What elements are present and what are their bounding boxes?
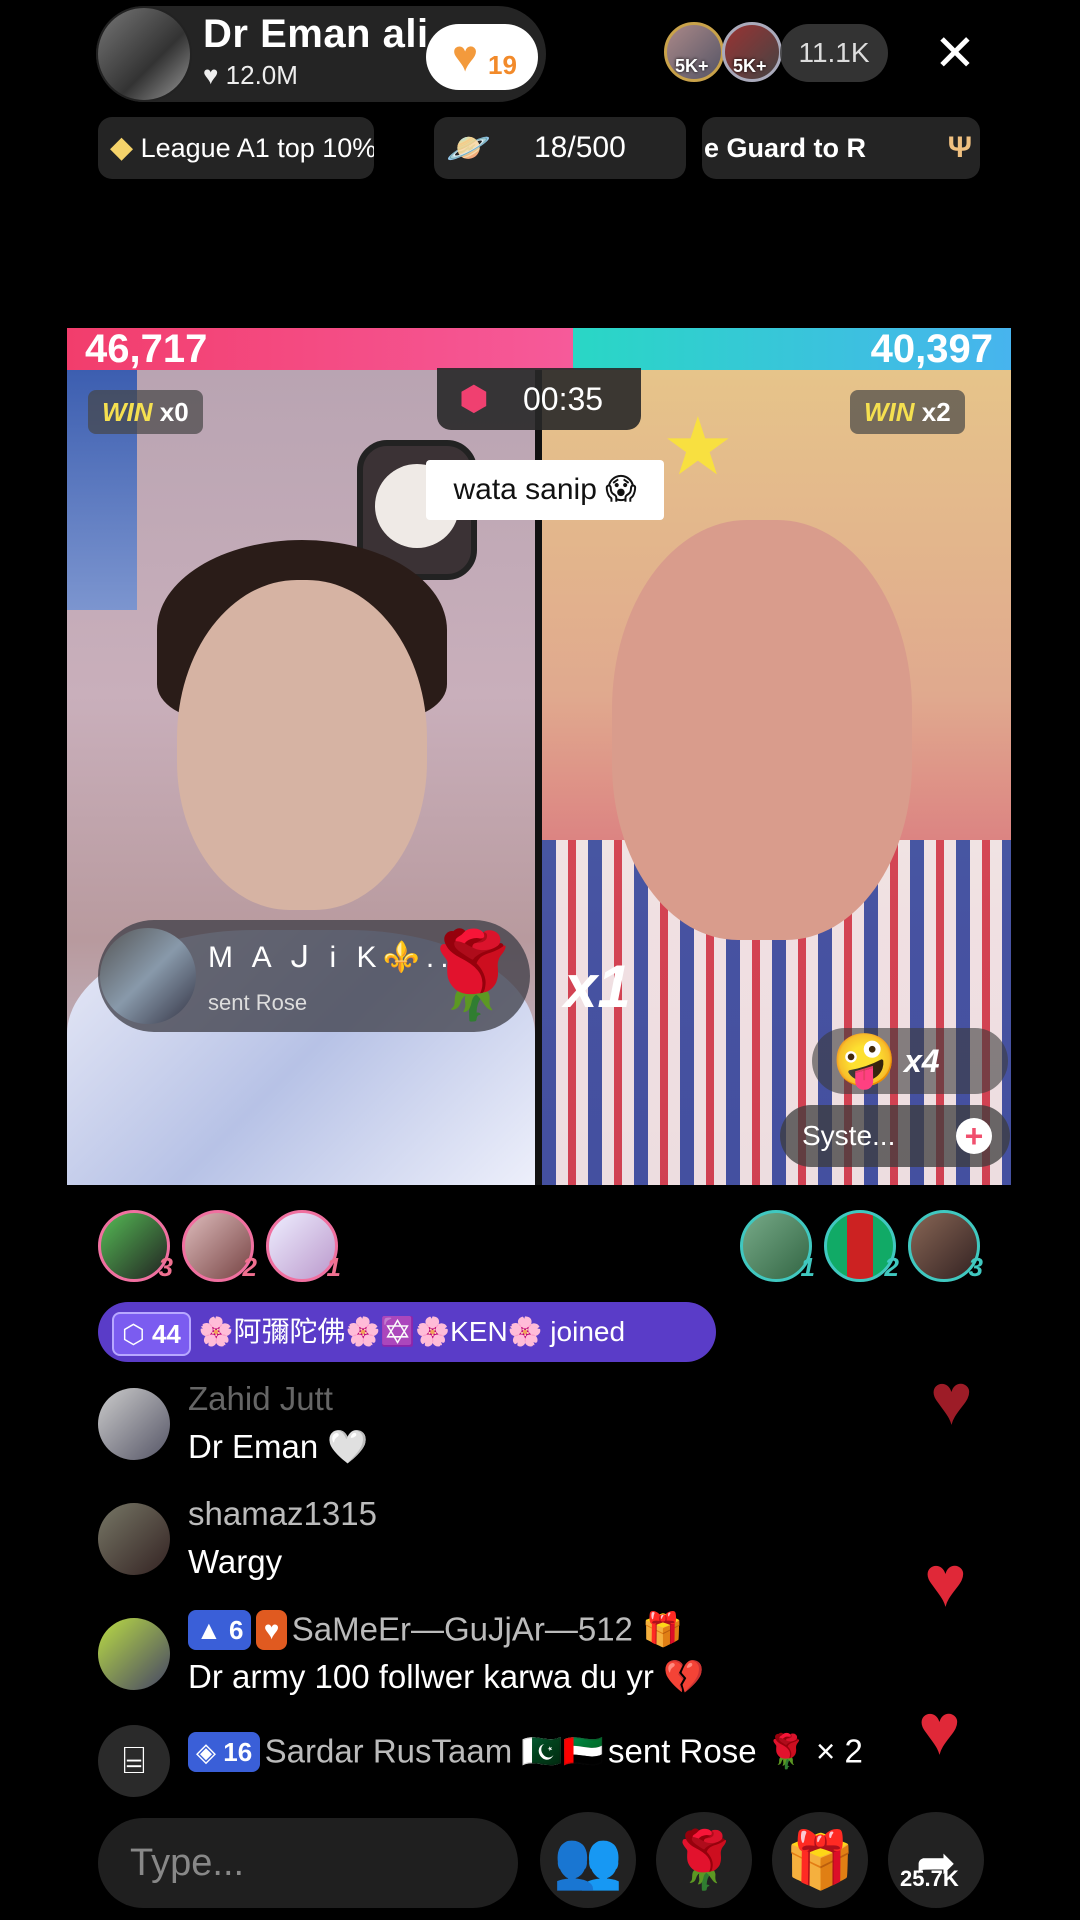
chat-username[interactable]: Sardar RusTaam 🇵🇰🇦🇪	[265, 1733, 604, 1770]
badge-icon: ◈	[196, 1737, 216, 1767]
gift-multiplier: x1	[564, 953, 631, 1020]
viewer-badge: 5K+	[675, 56, 709, 76]
rose-gift-button[interactable]: 🌹	[656, 1812, 752, 1908]
chat-message: Wargy	[188, 1543, 283, 1580]
heart-badge-count: 19	[488, 50, 517, 80]
battle-gloves-icon: ⬢	[459, 380, 489, 418]
chat-username[interactable]: SaMeEr—GuJjAr—512 🎁	[292, 1611, 683, 1648]
joined-notification: ⬡ 44 🌸阿彌陀佛🌸✡️🌸KEN🌸 joined	[98, 1302, 716, 1362]
diamond-icon: ◆	[110, 131, 134, 164]
combo-gift: 🤪 x4	[812, 1028, 1008, 1094]
gift-icon[interactable]: 🎁	[772, 1812, 868, 1908]
share-count: 25.7K	[900, 1866, 959, 1891]
level-badge: ◈ 16	[188, 1732, 261, 1772]
left-win-count: WIN x0	[88, 390, 203, 434]
left-top-gifter-1[interactable]: 1	[266, 1210, 341, 1282]
heart-icon: ♥	[452, 32, 479, 81]
chat-message: Dr Eman 🤍	[188, 1428, 369, 1465]
league-label: League A1 top 10%	[140, 133, 374, 163]
chat-avatar[interactable]	[98, 1503, 170, 1575]
top-viewer-avatar[interactable]: 5K+	[664, 22, 724, 82]
right-score: 40,397	[870, 327, 993, 371]
gift-chat-line: ◈ 16 Sardar RusTaam 🇵🇰🇦🇪 sent Rose 🌹 × 2	[188, 1732, 863, 1772]
left-streamer-face	[177, 580, 427, 910]
win-label: WIN	[102, 397, 153, 427]
video-caption: wata sanip 😱	[426, 460, 664, 520]
gift-sent-label: sent Rose	[208, 990, 308, 1015]
level-number: 6	[228, 1615, 244, 1645]
rank-badge: 1	[800, 1252, 815, 1282]
antler-icon: Ψ	[947, 131, 972, 164]
battle-timer: ⬢ 00:35	[437, 368, 641, 430]
left-top-gifter-3[interactable]: 3	[98, 1210, 173, 1282]
heart-level-icon: ♥	[255, 1610, 288, 1650]
floating-heart-icon: ♥	[918, 1690, 961, 1770]
rank-badge: 2	[242, 1252, 257, 1282]
league-chip[interactable]: ◆ League A1 top 10%	[98, 117, 374, 179]
viewer-count[interactable]: 11.1K	[780, 24, 888, 82]
left-score: 46,717	[85, 327, 208, 371]
chat-avatar[interactable]	[98, 1618, 170, 1690]
viewer-badge: 5K+	[733, 56, 767, 76]
star-effect: ★	[662, 402, 734, 491]
people-icon[interactable]: 👥	[540, 1812, 636, 1908]
gift-message: sent Rose 🌹 × 2	[608, 1732, 863, 1770]
combo-count: x4	[904, 1043, 940, 1079]
timer-value: 00:35	[523, 381, 604, 417]
right-top-gifter-1[interactable]: 1	[740, 1210, 815, 1282]
gift-box-icon[interactable]: ⌸	[98, 1725, 170, 1797]
battle-score-bar: 46,717 40,397	[67, 328, 1011, 370]
left-top-gifter-2[interactable]: 2	[182, 1210, 257, 1282]
chat-username[interactable]: shamaz1315	[188, 1495, 377, 1533]
rank-badge: 2	[884, 1252, 899, 1282]
goal-progress-label: 18/500	[534, 131, 626, 164]
floating-heart-icon: ♥	[924, 1542, 967, 1622]
win-label: WIN	[864, 397, 915, 427]
follow-heart-button[interactable]: ♥ 19	[426, 24, 538, 90]
joined-text: 🌸阿彌陀佛🌸✡️🌸KEN🌸 joined	[198, 1316, 626, 1347]
system-button[interactable]: Syste... +	[780, 1105, 1010, 1167]
comment-input[interactable]: Type...	[98, 1818, 518, 1908]
level-badge: ⬡ 44	[112, 1311, 191, 1356]
right-win-count: WIN x2	[850, 390, 965, 434]
rank-badge: 3	[158, 1252, 173, 1282]
host-name: Dr Eman ali	[203, 12, 429, 56]
right-top-gifter-2[interactable]: 2	[824, 1210, 899, 1282]
level-number: 44	[151, 1318, 181, 1349]
system-label: Syste...	[802, 1120, 896, 1151]
right-streamer-face	[612, 520, 912, 940]
chat-username[interactable]: Zahid Jutt	[188, 1380, 333, 1418]
emoji-icon: 🤪	[832, 1032, 897, 1090]
right-top-gifter-3[interactable]: 3	[908, 1210, 983, 1282]
level-number: 16	[223, 1737, 253, 1767]
level-badge: ▲ 6	[188, 1610, 252, 1650]
gift-sender-avatar[interactable]	[100, 928, 196, 1024]
win-count: x0	[159, 397, 189, 427]
chat-message: Dr army 100 follwer karwa du yr 💔	[188, 1658, 705, 1695]
chat-header: ▲ 6 ♥ SaMeEr—GuJjAr—512 🎁	[188, 1610, 683, 1650]
rank-badge: 3	[968, 1252, 983, 1282]
plus-icon: +	[956, 1118, 992, 1154]
badge-icon: ⬡	[122, 1318, 145, 1349]
host-likes: ♥ 12.0M	[203, 60, 298, 90]
close-icon[interactable]: ✕	[934, 24, 976, 82]
goal-progress-chip[interactable]: 🪐 18/500	[434, 117, 686, 179]
host-avatar[interactable]	[96, 6, 192, 102]
floating-heart-icon: ♥	[930, 1360, 973, 1440]
top-viewer-avatar[interactable]: 5K+	[722, 22, 782, 82]
rank-badge: 1	[326, 1252, 341, 1282]
rose-icon: 🌹	[420, 928, 525, 1022]
share-button[interactable]: ➦ 25.7K	[888, 1812, 984, 1908]
guard-chip[interactable]: e Guard to R Ψ	[702, 117, 980, 179]
chat-avatar[interactable]	[98, 1388, 170, 1460]
planet-icon: 🪐	[446, 127, 491, 168]
win-count: x2	[921, 397, 951, 427]
badge-icon: ▲	[196, 1615, 222, 1645]
guard-label: e Guard to R	[704, 133, 867, 163]
